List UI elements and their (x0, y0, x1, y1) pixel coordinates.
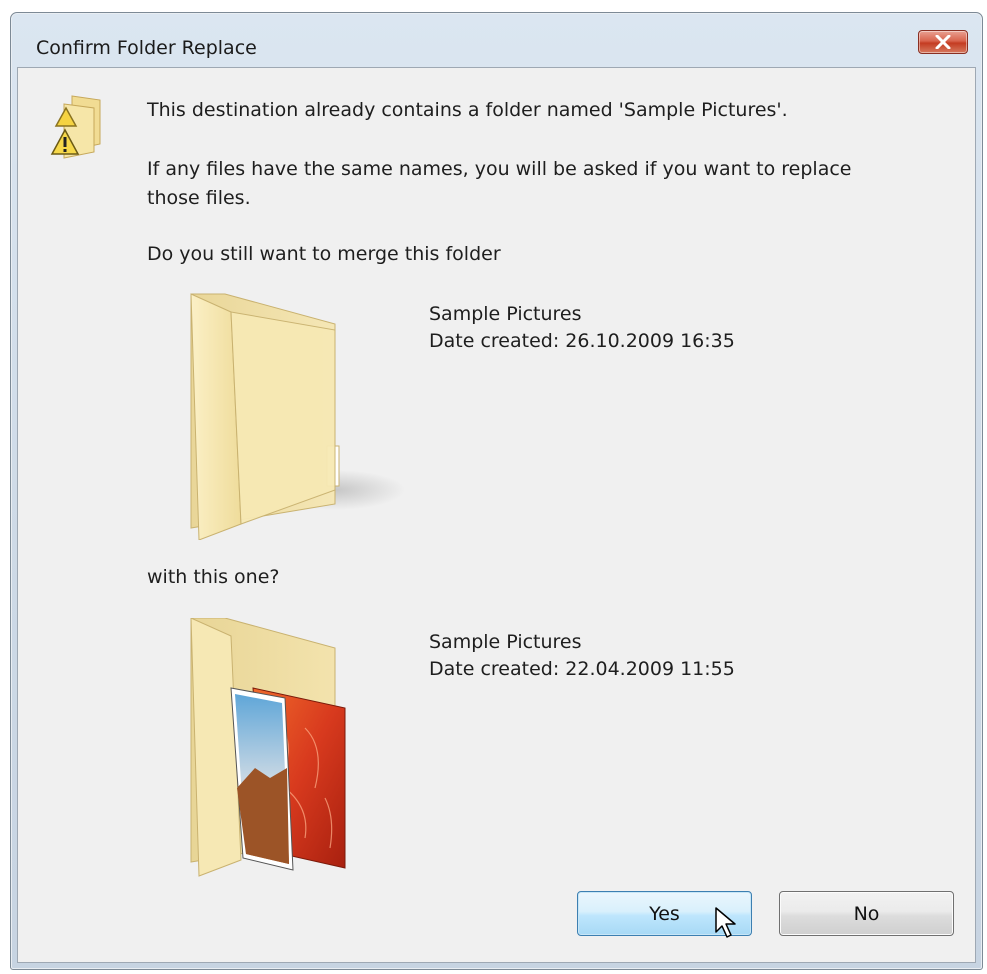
message-line-1: This destination already contains a fold… (147, 99, 788, 121)
with-this-one-label: with this one? (147, 566, 280, 588)
pictures-folder-icon (190, 618, 346, 877)
mouse-pointer-icon (715, 907, 736, 938)
empty-folder-icon (190, 293, 405, 540)
existing-folder-date: Date created: 26.10.2009 16:35 (429, 330, 735, 352)
existing-folder-name: Sample Pictures (429, 303, 582, 325)
yes-button-label: Yes (649, 902, 680, 925)
title-bar[interactable]: Confirm Folder Replace (11, 13, 982, 67)
message-line-2a: If any files have the same names, you wi… (147, 158, 852, 180)
message-line-2b: those files. (147, 187, 251, 209)
watermark (18, 218, 54, 506)
no-button-label: No (853, 902, 880, 925)
watermark-image (45, 447, 46, 448)
message-line-3: Do you still want to merge this folder (147, 243, 501, 265)
folder-warning-icon (50, 95, 101, 159)
window-title: Confirm Folder Replace (36, 37, 257, 59)
close-icon (935, 35, 951, 49)
dialog-body: This destination already contains a fold… (17, 67, 976, 963)
confirm-folder-replace-dialog: Confirm Folder Replace This destination … (10, 12, 983, 970)
no-button[interactable]: No (779, 891, 954, 936)
close-button[interactable] (918, 30, 968, 54)
new-folder-date: Date created: 22.04.2009 11:55 (429, 658, 735, 680)
new-folder-name: Sample Pictures (429, 631, 582, 653)
